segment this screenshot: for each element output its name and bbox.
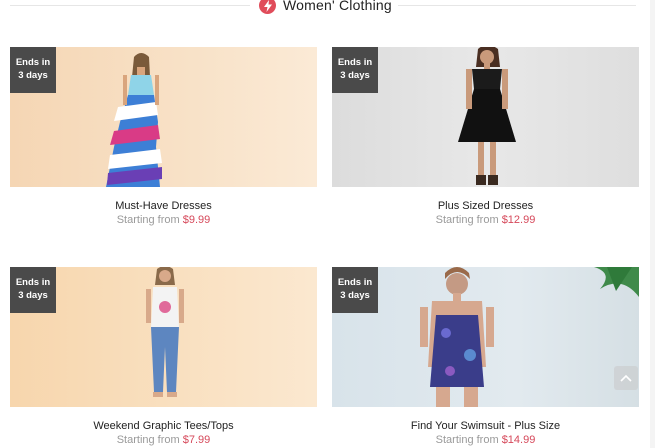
deal-image[interactable]: Ends in 3 days	[10, 47, 317, 187]
deal-card-find-your-swimsuit[interactable]: Ends in 3 days Find Your Swimsuit - Plus…	[332, 267, 639, 448]
ends-in-badge: Ends in 3 days	[332, 47, 378, 93]
price-amount: $14.99	[501, 434, 536, 446]
section-title: Women' Clothing	[283, 0, 392, 13]
ends-in-badge: Ends in 3 days	[10, 47, 56, 93]
price-amount: $12.99	[501, 214, 536, 226]
back-to-top-button[interactable]	[614, 366, 638, 390]
deal-card-plus-sized-dresses[interactable]: Ends in 3 days Plus Sized Dresses Starti…	[332, 47, 639, 237]
card-price: Starting from $9.99	[10, 214, 317, 226]
price-prefix: Starting from	[435, 434, 502, 446]
deal-image[interactable]: Ends in 3 days	[10, 267, 317, 407]
header-divider-left	[10, 5, 250, 6]
badge-line-1: Ends in	[337, 57, 373, 68]
price-amount: $7.99	[182, 434, 211, 446]
price-prefix: Starting from	[435, 214, 502, 226]
badge-line-2: 3 days	[18, 290, 48, 301]
card-title[interactable]: Must-Have Dresses	[10, 200, 317, 212]
card-title[interactable]: Weekend Graphic Tees/Tops	[10, 420, 317, 432]
model-in-tee-and-jeans-image	[146, 267, 184, 397]
ends-in-badge: Ends in 3 days	[10, 267, 56, 313]
lightning-icon	[259, 0, 276, 14]
badge-line-1: Ends in	[15, 57, 51, 68]
card-price: Starting from $7.99	[10, 434, 317, 446]
ends-in-badge: Ends in 3 days	[332, 267, 378, 313]
card-price: Starting from $12.99	[332, 214, 639, 226]
deal-image[interactable]: Ends in 3 days	[332, 267, 639, 407]
model-in-black-dress-image	[458, 47, 516, 185]
badge-line-2: 3 days	[18, 70, 48, 81]
header-divider-right	[398, 5, 636, 6]
deal-image[interactable]: Ends in 3 days	[332, 47, 639, 187]
badge-line-2: 3 days	[340, 290, 370, 301]
deal-card-weekend-graphic-tees[interactable]: Ends in 3 days Weekend Graphic Tees/Tops…	[10, 267, 317, 448]
card-title[interactable]: Plus Sized Dresses	[332, 200, 639, 212]
section-header: Women' Clothing	[0, 0, 655, 20]
page-scroll-edge	[650, 0, 655, 448]
badge-line-1: Ends in	[337, 277, 373, 288]
badge-line-2: 3 days	[340, 70, 370, 81]
model-in-maxi-dress-image	[106, 53, 162, 187]
card-price: Starting from $14.99	[332, 434, 639, 446]
price-amount: $9.99	[182, 214, 211, 226]
card-title[interactable]: Find Your Swimsuit - Plus Size	[332, 420, 639, 432]
deal-card-must-have-dresses[interactable]: Ends in 3 days Must-Have Dresses Startin…	[10, 47, 317, 237]
badge-line-1: Ends in	[15, 277, 51, 288]
chevron-up-icon	[620, 374, 632, 382]
price-prefix: Starting from	[116, 214, 183, 226]
model-in-swimsuit-image	[420, 267, 639, 407]
price-prefix: Starting from	[116, 434, 183, 446]
